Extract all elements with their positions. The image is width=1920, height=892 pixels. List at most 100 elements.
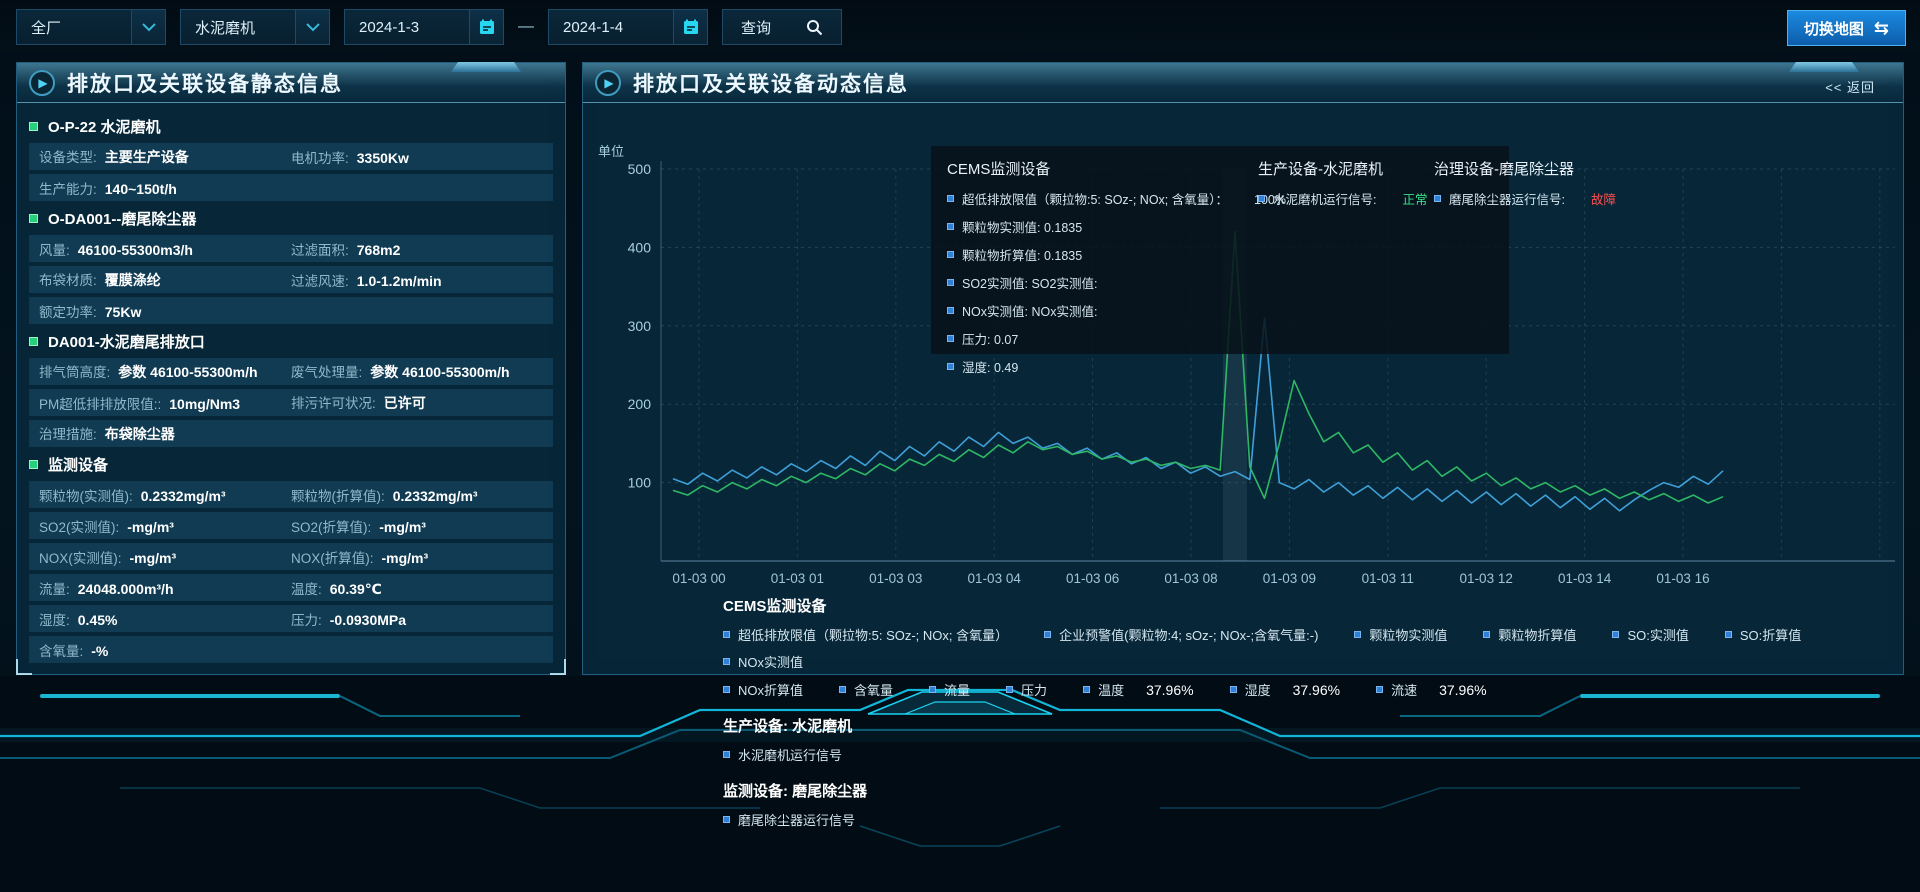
blue-square-icon — [947, 195, 954, 202]
legend-item[interactable]: 企业预警值(颗粒物:4; sOz-; NOx-;含氧气量:-) — [1044, 625, 1318, 644]
plant-select[interactable]: 全厂 — [16, 9, 166, 45]
blue-square-icon — [947, 251, 954, 258]
info-pair: 过滤风速:1.0-1.2m/min — [291, 270, 543, 290]
blue-square-icon — [1083, 686, 1090, 693]
blue-square-icon — [723, 751, 730, 758]
green-square-icon — [29, 460, 38, 469]
legend-item[interactable]: SO:折算值 — [1725, 625, 1801, 644]
query-button[interactable]: 查询 — [722, 9, 842, 45]
info-row: 布袋材质:覆膜涤纶过滤风速:1.0-1.2m/min — [29, 266, 553, 293]
legend-item[interactable]: 颗粒物折算值 — [1483, 625, 1576, 644]
section-title: O-P-22 水泥磨机 — [29, 113, 553, 140]
legend-item[interactable]: NOx实测值 — [723, 652, 803, 671]
legend-item[interactable]: NOx折算值 — [723, 680, 803, 699]
switch-map-button[interactable]: 切换地图 ⇆ — [1787, 10, 1906, 46]
info-pair: 电机功率:3350Kw — [291, 147, 543, 167]
info-row: 生产能力:140~150t/h — [29, 174, 553, 201]
blue-square-icon — [1044, 631, 1051, 638]
info-row: SO2(实测值):-mg/m³SO2(折算值):-mg/m³ — [29, 512, 553, 539]
info-pair: SO2(折算值):-mg/m³ — [291, 516, 543, 536]
legend-item[interactable]: 流速37.96% — [1376, 680, 1487, 699]
info-value: -0.0930MPa — [330, 612, 406, 628]
legend-item[interactable]: 超低排放限值（颗拉物:5: SOz-; NOx; 含氧量） — [723, 625, 1008, 644]
legend-item[interactable]: 磨尾除尘器运行信号 — [723, 810, 855, 829]
legend-item-label: 温度 — [1098, 680, 1124, 699]
legend-item[interactable]: 温度 37.96% — [1083, 680, 1194, 699]
blue-square-icon — [723, 631, 730, 638]
chevron-down-icon[interactable] — [295, 10, 329, 44]
legend-item[interactable]: 水泥磨机运行信号 — [723, 745, 842, 764]
legend-item-label: SO:实测值 — [1627, 625, 1688, 644]
info-row: 风量:46100-55300m3/h过滤面积:768m2 — [29, 235, 553, 262]
info-pair: 布袋材质:覆膜涤纶 — [39, 269, 291, 290]
blue-square-icon — [947, 307, 954, 314]
legend-section-title: 监测设备: 磨尾除尘器 — [723, 780, 1893, 801]
tooltip-item: 湿度: 0.49 — [947, 357, 1232, 376]
chart-tooltip: CEMS监测设备 超低排放限值（颗拉物:5: SOz-; NOx; 含氧量）：1… — [931, 146, 1509, 354]
info-row: 额定功率:75Kw — [29, 297, 553, 324]
info-value: 0.2332mg/m³ — [141, 488, 226, 504]
calendar-icon[interactable] — [469, 10, 503, 44]
search-icon — [806, 19, 823, 36]
svg-text:01-03 04: 01-03 04 — [968, 571, 1022, 586]
device-select-value: 水泥磨机 — [181, 17, 277, 38]
tooltip-item-label: NOx实测值: NOx实测值: — [962, 301, 1097, 320]
blue-square-icon — [947, 223, 954, 230]
legend-section-title: CEMS监测设备 — [723, 595, 1893, 616]
calendar-icon[interactable] — [673, 10, 707, 44]
legend-item-value: 37.96% — [1146, 682, 1193, 698]
info-value: 1.0-1.2m/min — [357, 273, 442, 289]
info-value: 75Kw — [105, 304, 142, 320]
tooltip-item-label: 磨尾除尘器运行信号: — [1449, 189, 1565, 208]
legend-item[interactable]: SO:实测值 — [1612, 625, 1688, 644]
blue-square-icon — [723, 686, 730, 693]
end-date-input[interactable]: 2024-1-4 — [548, 9, 708, 45]
blue-square-icon — [723, 658, 730, 665]
section-title-text: O-DA001--磨尾除尘器 — [48, 208, 196, 229]
legend-section: 监测设备: 磨尾除尘器磨尾除尘器运行信号 — [723, 780, 1893, 829]
tooltip-item: 颗粒物实测值: 0.1835 — [947, 217, 1232, 236]
info-pair: 温度:60.39℃ — [291, 578, 543, 598]
info-label: NOX(折算值): — [291, 547, 374, 567]
blue-square-icon — [1612, 631, 1619, 638]
info-label: 颗粒物(折算值): — [291, 485, 385, 505]
info-row: 颗粒物(实测值):0.2332mg/m³颗粒物(折算值):0.2332mg/m³ — [29, 481, 553, 508]
info-row: 流量:24048.000m³/h温度:60.39℃ — [29, 574, 553, 601]
blue-square-icon — [1483, 631, 1490, 638]
blue-square-icon — [947, 335, 954, 342]
legend-item-label: 超低排放限值（颗拉物:5: SOz-; NOx; 含氧量） — [738, 625, 1008, 644]
legend-item-label: 企业预警值(颗粒物:4; sOz-; NOx-;含氧气量:-) — [1059, 625, 1318, 644]
svg-text:01-03 12: 01-03 12 — [1460, 571, 1513, 586]
info-label: 颗粒物(实测值): — [39, 485, 133, 505]
info-pair: 额定功率:75Kw — [39, 301, 291, 321]
legend-item[interactable]: 湿度37.96% — [1230, 680, 1341, 699]
info-label: 风量: — [39, 239, 70, 259]
info-pair: 排气筒高度:参数 46100-55300m/h — [39, 361, 291, 382]
section-title-text: DA001-水泥磨尾排放口 — [48, 331, 205, 352]
legend-item-label: 磨尾除尘器运行信号 — [738, 810, 855, 829]
legend-item[interactable]: 流量 — [929, 680, 970, 699]
info-value: 60.39℃ — [330, 581, 382, 598]
chart-legend: CEMS监测设备超低排放限值（颗拉物:5: SOz-; NOx; 含氧量） 企业预… — [723, 595, 1893, 845]
info-row: NOX(实测值):-mg/m³NOX(折算值):-mg/m³ — [29, 543, 553, 570]
legend-item[interactable]: 压力 — [1006, 680, 1047, 699]
device-select[interactable]: 水泥磨机 — [180, 9, 330, 45]
blue-square-icon — [839, 686, 846, 693]
play-icon: ▶ — [29, 70, 55, 96]
legend-item[interactable]: 含氧量 — [839, 680, 893, 699]
info-value: 布袋除尘器 — [105, 424, 175, 444]
chevron-down-icon[interactable] — [131, 10, 165, 44]
legend-row: 水泥磨机运行信号 — [723, 745, 1893, 764]
info-value: 覆膜涤纶 — [105, 270, 161, 290]
legend-section: 生产设备: 水泥磨机水泥磨机运行信号 — [723, 715, 1893, 764]
legend-row: 超低排放限值（颗拉物:5: SOz-; NOx; 含氧量） 企业预警值(颗粒物:4… — [723, 625, 1893, 671]
info-row: 治理措施:布袋除尘器 — [29, 420, 553, 447]
tooltip-item-label: SO2实测值: SO2实测值: — [962, 273, 1097, 292]
legend-section: CEMS监测设备超低排放限值（颗拉物:5: SOz-; NOx; 含氧量） 企业预… — [723, 595, 1893, 699]
legend-item[interactable]: 颗粒物实测值 — [1354, 625, 1447, 644]
tooltip-item: NOx实测值: NOx实测值: — [947, 301, 1232, 320]
start-date-input[interactable]: 2024-1-3 — [344, 9, 504, 45]
tooltip-item-label: 超低排放限值（颗拉物:5: SOz-; NOx; 含氧量）： — [962, 189, 1228, 208]
blue-square-icon — [723, 816, 730, 823]
blue-square-icon — [947, 279, 954, 286]
